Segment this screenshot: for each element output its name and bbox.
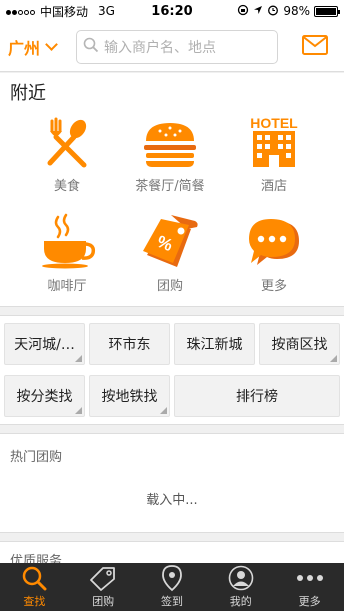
corner-triangle-icon xyxy=(330,355,337,362)
category-label: 咖啡厅 xyxy=(47,279,87,294)
tab-more[interactable]: 更多 xyxy=(275,563,344,611)
tab-label: 团购 xyxy=(92,595,115,608)
quick-links: 天河城/… 环市东 珠江新城 按商区找 按分类找 按地铁找 排行榜 xyxy=(0,315,344,425)
carrier-name: 中国移动 xyxy=(40,4,89,19)
category-more[interactable]: 更多 xyxy=(224,207,324,294)
category-label: 酒店 xyxy=(260,179,287,194)
category-food[interactable]: 美食 xyxy=(17,107,117,194)
tag-icon xyxy=(89,563,117,593)
quick-link-label: 按分类找 xyxy=(16,389,73,405)
search-icon xyxy=(83,37,99,57)
mail-icon[interactable] xyxy=(302,34,328,59)
battery-fill xyxy=(316,7,336,15)
tab-label: 我的 xyxy=(229,595,252,608)
category-hotel[interactable]: HOTEL 酒店 xyxy=(224,107,324,194)
search-icon xyxy=(21,563,47,593)
category-snack[interactable]: 茶餐厅/简餐 xyxy=(120,107,220,194)
quick-link-label: 天河城/… xyxy=(14,337,75,353)
quick-link-huanshidong[interactable]: 环市东 xyxy=(89,323,170,365)
burger-icon xyxy=(120,107,220,169)
signal-strength-icon xyxy=(6,4,36,18)
quick-link-by-category[interactable]: 按分类找 xyxy=(4,375,85,417)
hot-deals-section: 热门团购 载入中... xyxy=(0,433,344,533)
tab-label: 更多 xyxy=(298,595,321,608)
corner-triangle-icon xyxy=(75,355,82,362)
tab-label: 签到 xyxy=(160,595,183,608)
fork-spoon-icon xyxy=(17,107,117,169)
quick-link-tianhe[interactable]: 天河城/… xyxy=(4,323,85,365)
quick-link-by-district[interactable]: 按商区找 xyxy=(259,323,340,365)
category-groupbuy[interactable]: % 团购 xyxy=(120,207,220,294)
category-label: 团购 xyxy=(156,279,183,294)
battery-percent: 98% xyxy=(283,4,310,18)
category-label: 美食 xyxy=(53,179,80,194)
search-input[interactable]: 输入商户名、地点 xyxy=(76,29,278,64)
tab-bar: 查找 团购 签到 我的 更多 xyxy=(0,563,344,611)
search-placeholder: 输入商户名、地点 xyxy=(104,39,216,56)
quick-link-label: 环市东 xyxy=(108,337,151,353)
alarm-icon xyxy=(267,4,279,19)
tab-search[interactable]: 查找 xyxy=(0,563,69,611)
tab-label: 查找 xyxy=(23,595,46,608)
tab-groupbuy[interactable]: 团购 xyxy=(69,563,138,611)
quick-link-zhujiang[interactable]: 珠江新城 xyxy=(174,323,255,365)
orientation-lock-icon xyxy=(237,4,249,19)
nav-bar: 广州 输入商户名、地点 xyxy=(0,22,344,72)
location-pin-icon xyxy=(161,563,183,593)
network-type: 3G xyxy=(98,4,115,18)
quick-link-by-subway[interactable]: 按地铁找 xyxy=(89,375,170,417)
chevron-down-icon xyxy=(45,37,58,51)
category-cafe[interactable]: 咖啡厅 xyxy=(17,207,117,294)
tab-mine[interactable]: 我的 xyxy=(206,563,275,611)
coffee-cup-icon xyxy=(17,207,117,269)
section-title: 附近 xyxy=(10,83,46,104)
section-title: 热门团购 xyxy=(10,450,63,465)
quick-link-label: 按商区找 xyxy=(271,337,328,353)
category-label: 茶餐厅/简餐 xyxy=(135,179,205,194)
tab-checkin[interactable]: 签到 xyxy=(138,563,207,611)
loading-text: 载入中... xyxy=(146,493,198,508)
battery-icon xyxy=(314,5,340,17)
corner-triangle-icon xyxy=(160,407,167,414)
location-arrow-icon xyxy=(253,4,263,18)
status-bar: 中国移动 3G 16:20 98% xyxy=(0,0,344,22)
more-dots-icon xyxy=(296,563,324,593)
category-label: 更多 xyxy=(260,279,287,294)
nearby-section: 附近 美食 茶餐厅/简餐 HOTEL 酒店 咖啡厅 % 团购 更多 xyxy=(0,73,344,307)
user-icon xyxy=(228,563,254,593)
quick-link-label: 珠江新城 xyxy=(186,337,243,353)
more-bubble-icon xyxy=(224,207,324,269)
hotel-icon: HOTEL xyxy=(224,107,324,169)
quick-link-label: 排行榜 xyxy=(236,389,278,405)
city-selector[interactable]: 广州 xyxy=(8,35,76,59)
hotel-sign-text: HOTEL xyxy=(250,115,298,131)
price-tag-icon: % xyxy=(120,207,220,269)
corner-triangle-icon xyxy=(75,407,82,414)
city-name: 广州 xyxy=(8,38,41,58)
quick-link-label: 按地铁找 xyxy=(101,389,158,405)
quick-link-ranking[interactable]: 排行榜 xyxy=(174,375,340,417)
